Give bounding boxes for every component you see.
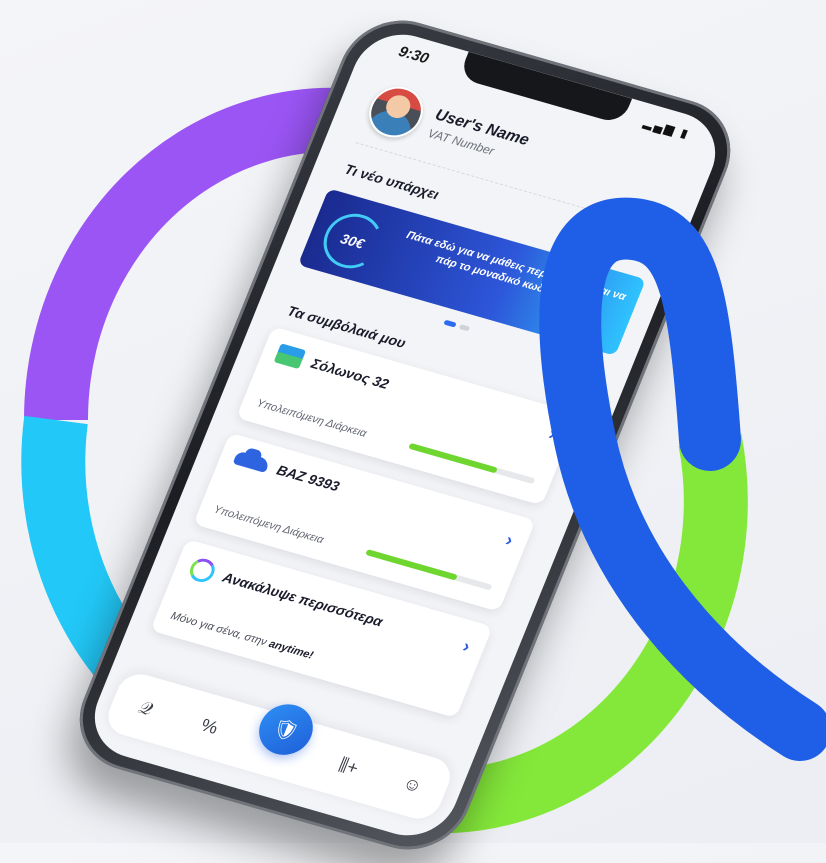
ribbon-blue-loop xyxy=(539,197,826,761)
anytime-logo-ribbon-front xyxy=(539,197,826,761)
